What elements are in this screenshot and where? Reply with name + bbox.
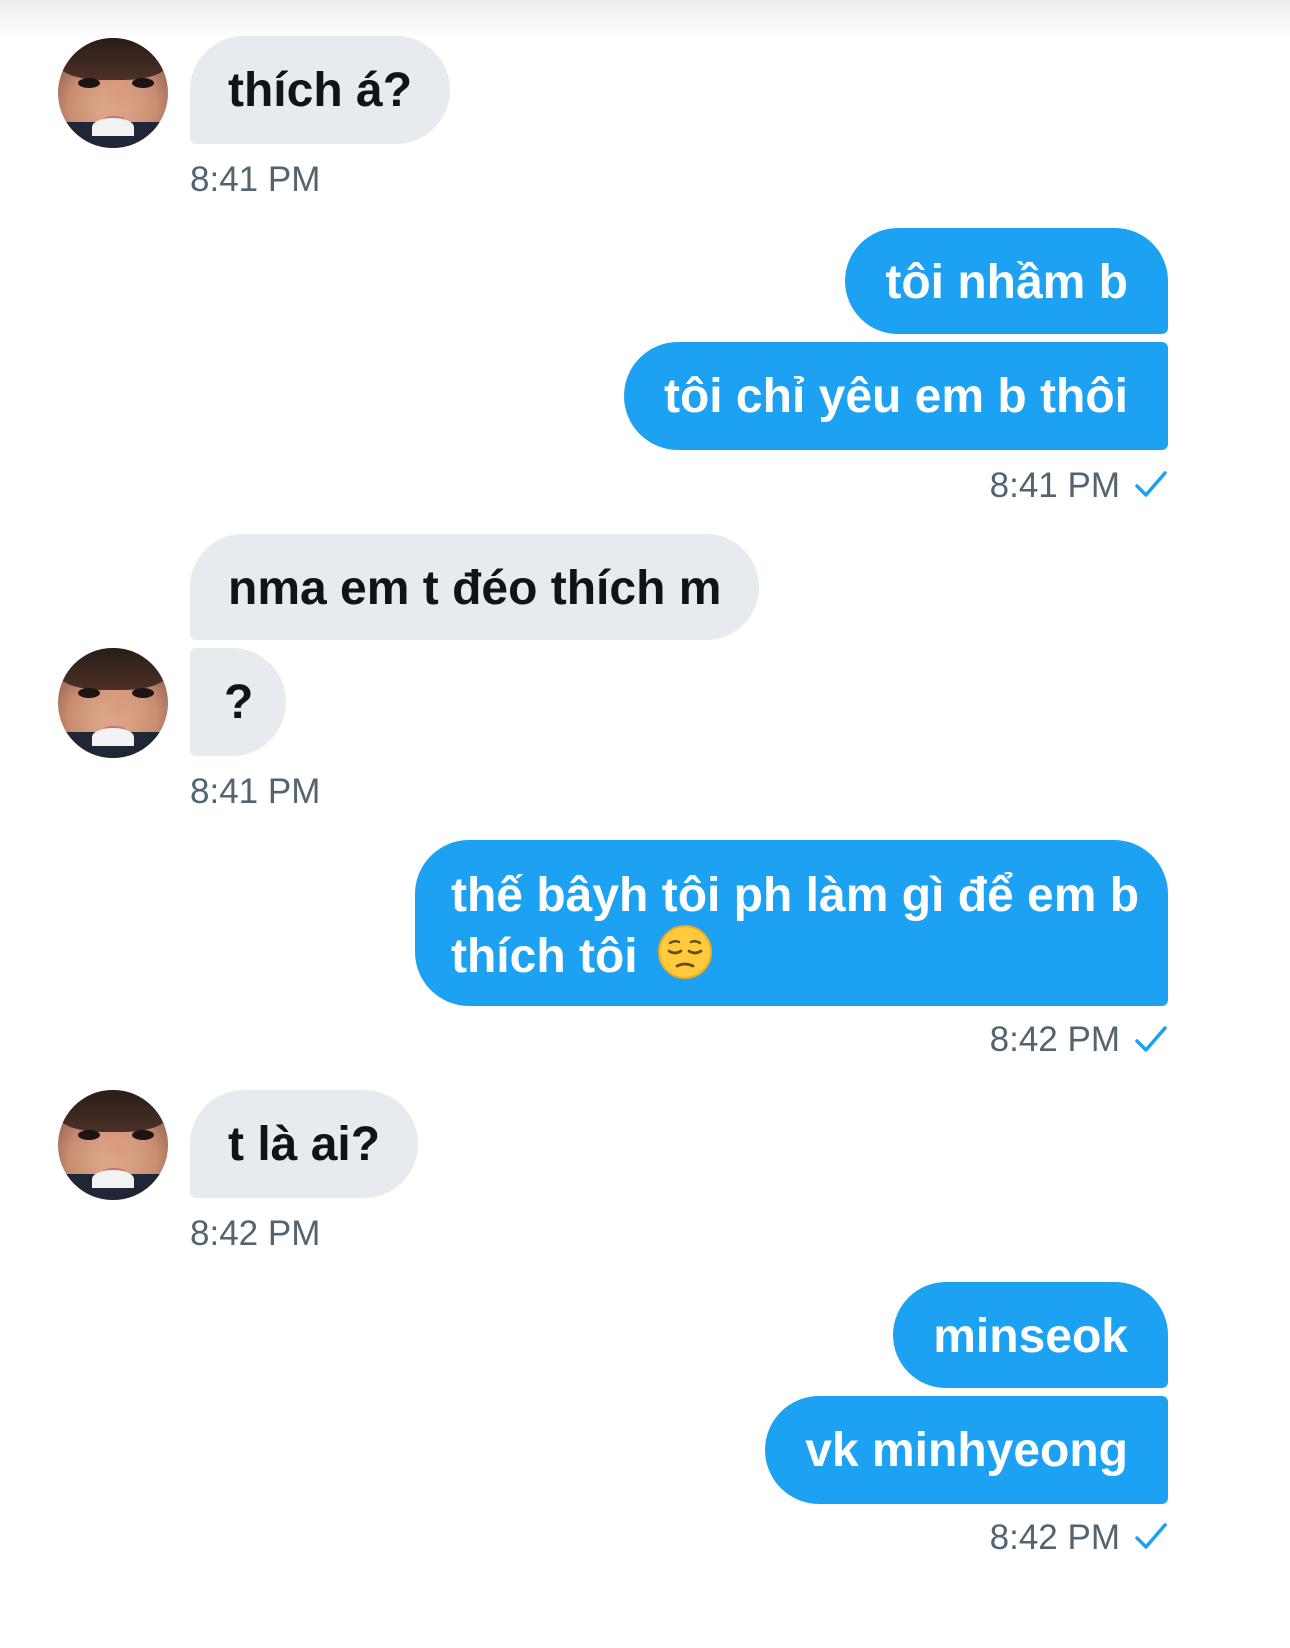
header-shadow (0, 0, 1290, 40)
message-text-line: thế bâyh tôi ph làm gì để em b (451, 869, 1140, 922)
contact-avatar[interactable] (58, 38, 168, 148)
sent-message-bubble[interactable]: tôi chỉ yêu em b thôi (623, 342, 1168, 450)
sent-message-bubble[interactable]: vk minhyeong (765, 1396, 1168, 1504)
message-timestamp: 8:42 PM (989, 1020, 1120, 1059)
pensive-face-icon (657, 924, 713, 980)
message-timestamp: 8:42 PM (989, 1518, 1120, 1557)
received-message-bubble[interactable]: nma em t đéo thích m (190, 534, 760, 640)
contact-avatar[interactable] (58, 648, 168, 758)
received-message-bubble[interactable]: thích á? (190, 36, 451, 144)
contact-avatar[interactable] (58, 1090, 168, 1200)
sent-message-bubble[interactable]: tôi nhầm b (845, 228, 1168, 334)
received-message-bubble[interactable]: ? (190, 648, 286, 756)
read-check-icon (1135, 1523, 1167, 1549)
sent-message-bubble[interactable]: thế bâyh tôi ph làm gì để em b thích tôi (415, 840, 1168, 1006)
message-timestamp: 8:41 PM (989, 466, 1120, 505)
message-text-line-with-emoji: thích tôi (451, 924, 1128, 985)
message-timestamp: 8:42 PM (190, 1214, 321, 1253)
read-check-icon (1135, 1026, 1167, 1052)
message-timestamp: 8:41 PM (190, 772, 321, 811)
message-text: thích tôi (451, 930, 638, 983)
received-message-bubble[interactable]: t là ai? (190, 1090, 419, 1198)
read-check-icon (1135, 471, 1167, 497)
sent-message-bubble[interactable]: minseok (893, 1282, 1168, 1388)
message-timestamp: 8:41 PM (190, 160, 321, 199)
